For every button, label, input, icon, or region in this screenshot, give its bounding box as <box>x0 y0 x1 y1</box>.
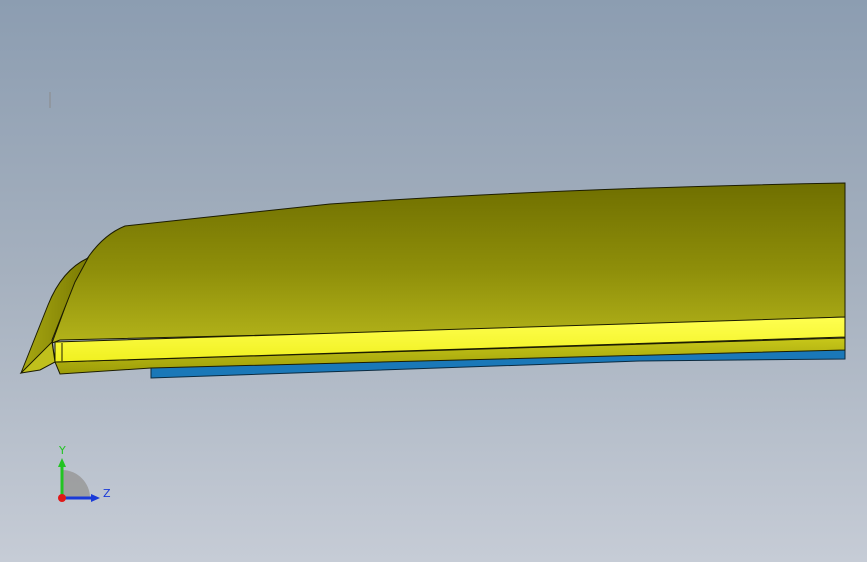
z-axis-arrow-icon <box>91 494 100 502</box>
graphics-viewport[interactable]: Y Z <box>0 0 867 562</box>
3d-model[interactable] <box>0 0 867 562</box>
y-axis-label: Y <box>58 444 66 457</box>
triad-quarter-disc <box>62 470 90 498</box>
x-axis-dot-icon <box>58 494 66 502</box>
top-surface[interactable] <box>51 182 846 344</box>
z-axis-label: Z <box>103 487 111 500</box>
y-axis-arrow-icon <box>58 458 66 467</box>
axis-triad: Y Z <box>58 444 111 502</box>
